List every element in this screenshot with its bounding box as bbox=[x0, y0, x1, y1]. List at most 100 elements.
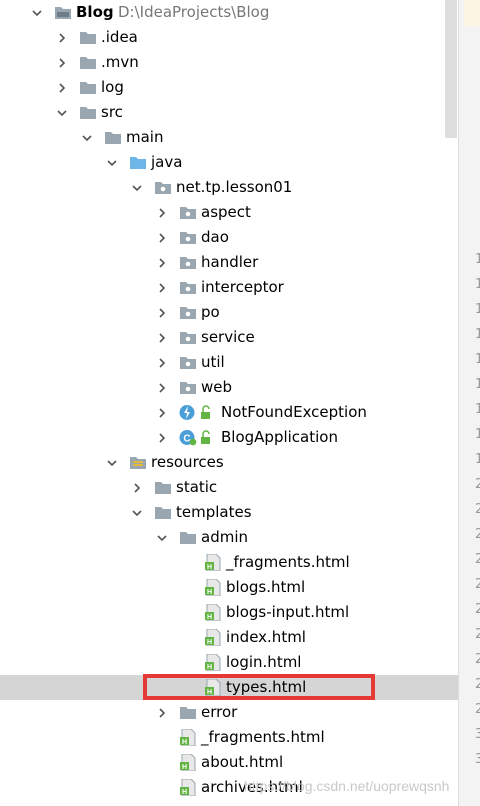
chevron-right-icon[interactable] bbox=[55, 50, 69, 75]
gutter-line-number: 1 bbox=[475, 252, 480, 267]
tree-row-label: .idea bbox=[101, 28, 138, 46]
watermark: https://blog.csdn.net/uoprewqsnh bbox=[244, 778, 450, 794]
chevron-right-icon[interactable] bbox=[155, 425, 169, 450]
tree-row[interactable]: admin bbox=[0, 525, 458, 550]
chevron-right-icon[interactable] bbox=[55, 25, 69, 50]
tree-row[interactable]: H _fragments.html bbox=[0, 550, 458, 575]
chevron-right-icon[interactable] bbox=[155, 225, 169, 250]
tree-row-label: resources bbox=[151, 453, 224, 471]
tree-row[interactable]: service bbox=[0, 325, 458, 350]
gutter-line-number: 2 bbox=[475, 702, 480, 717]
tree-row[interactable]: resources bbox=[0, 450, 458, 475]
tree-row[interactable]: Hlogin.html bbox=[0, 650, 458, 675]
chevron-right-icon[interactable] bbox=[155, 200, 169, 225]
package-icon bbox=[179, 204, 197, 221]
tree-row[interactable]: interceptor bbox=[0, 275, 458, 300]
chevron-right-icon[interactable] bbox=[155, 300, 169, 325]
chevron-right-icon[interactable] bbox=[130, 475, 144, 500]
tree-row[interactable]: H _fragments.html bbox=[0, 725, 458, 750]
gutter-line-number: 1 bbox=[475, 327, 480, 342]
tree-row-label: NotFoundException bbox=[221, 403, 367, 421]
chevron-right-icon[interactable] bbox=[155, 250, 169, 275]
tree-row[interactable]: util bbox=[0, 350, 458, 375]
chevron-right-icon[interactable] bbox=[155, 350, 169, 375]
chevron-right-icon[interactable] bbox=[155, 325, 169, 350]
project-folder-icon bbox=[54, 4, 72, 21]
chevron-down-icon[interactable] bbox=[130, 500, 144, 525]
svg-text:H: H bbox=[207, 639, 212, 646]
html-file-icon: H bbox=[204, 578, 222, 597]
chevron-right-icon[interactable] bbox=[55, 75, 69, 100]
tree-row[interactable]: web bbox=[0, 375, 458, 400]
tree-row[interactable]: static bbox=[0, 475, 458, 500]
chevron-down-icon[interactable] bbox=[130, 175, 144, 200]
svg-text:C: C bbox=[183, 434, 190, 445]
chevron-right-icon[interactable] bbox=[155, 400, 169, 425]
tree-row-label: blogs-input.html bbox=[226, 603, 350, 621]
exception-class-icon bbox=[179, 404, 197, 421]
tree-row-label: about.html bbox=[201, 753, 284, 771]
package-icon bbox=[154, 179, 172, 196]
folder-icon bbox=[79, 29, 97, 46]
tree-row-label: java bbox=[151, 153, 183, 171]
tree-row[interactable]: aspect bbox=[0, 200, 458, 225]
tree-row[interactable]: Blog D:\IdeaProjects\Blog bbox=[0, 0, 458, 25]
tree-row[interactable]: main bbox=[0, 125, 458, 150]
tree-row-label: handler bbox=[201, 253, 259, 271]
tree-row[interactable]: dao bbox=[0, 225, 458, 250]
chevron-down-icon[interactable] bbox=[105, 450, 119, 475]
gutter-line-number: 2 bbox=[475, 527, 480, 542]
tree-row-label: index.html bbox=[226, 628, 306, 646]
chevron-right-icon[interactable] bbox=[155, 700, 169, 725]
chevron-down-icon[interactable] bbox=[105, 150, 119, 175]
svg-text:H: H bbox=[182, 764, 187, 771]
chevron-down-icon[interactable] bbox=[80, 125, 94, 150]
gutter-line-number: 2 bbox=[475, 627, 480, 642]
tree-row[interactable]: Hindex.html bbox=[0, 625, 458, 650]
tree-row-label: login.html bbox=[226, 653, 302, 671]
tree-row-label: BlogApplication bbox=[221, 428, 338, 446]
tree-row[interactable]: handler bbox=[0, 250, 458, 275]
source-folder-icon bbox=[129, 154, 147, 171]
chevron-right-icon[interactable] bbox=[155, 375, 169, 400]
tree-scrollbar[interactable] bbox=[445, 0, 457, 138]
tree-row[interactable]: net.tp.lesson01 bbox=[0, 175, 458, 200]
svg-text:H: H bbox=[207, 589, 212, 596]
tree-row-label: static bbox=[176, 478, 218, 496]
tree-row[interactable]: .mvn bbox=[0, 50, 458, 75]
tree-row[interactable]: java bbox=[0, 150, 458, 175]
chevron-down-icon[interactable] bbox=[55, 100, 69, 125]
package-icon bbox=[179, 329, 197, 346]
tree-row[interactable]: Hblogs.html bbox=[0, 575, 458, 600]
gutter-line-number: 3 bbox=[475, 727, 480, 742]
tree-row-label: service bbox=[201, 328, 255, 346]
folder-icon bbox=[79, 104, 97, 121]
package-icon bbox=[179, 354, 197, 371]
tree-row[interactable]: Hblogs-input.html bbox=[0, 600, 458, 625]
chevron-right-icon[interactable] bbox=[155, 275, 169, 300]
tree-row[interactable]: NotFoundException bbox=[0, 400, 458, 425]
tree-row-label: templates bbox=[176, 503, 252, 521]
tree-row[interactable]: po bbox=[0, 300, 458, 325]
tree-row[interactable]: log bbox=[0, 75, 458, 100]
svg-text:H: H bbox=[207, 614, 212, 621]
tree-row[interactable]: C BlogApplication bbox=[0, 425, 458, 450]
tree-row[interactable]: .idea bbox=[0, 25, 458, 50]
folder-icon bbox=[154, 479, 172, 496]
folder-icon bbox=[104, 129, 122, 146]
tree-row[interactable]: src bbox=[0, 100, 458, 125]
chevron-down-icon[interactable] bbox=[155, 525, 169, 550]
chevron-down-icon[interactable] bbox=[30, 0, 44, 25]
package-icon bbox=[179, 304, 197, 321]
tree-row-label: _fragments.html bbox=[201, 728, 325, 746]
gutter-line-number: 2 bbox=[475, 502, 480, 517]
tree-row[interactable]: templates bbox=[0, 500, 458, 525]
tree-row[interactable]: error bbox=[0, 700, 458, 725]
tree-row[interactable]: Habout.html bbox=[0, 750, 458, 775]
package-icon bbox=[179, 379, 197, 396]
svg-text:H: H bbox=[182, 739, 187, 746]
folder-icon bbox=[179, 529, 197, 546]
annotation-highlight-box bbox=[143, 674, 375, 700]
tree-row-label: blogs.html bbox=[226, 578, 306, 596]
tree-row-label: .mvn bbox=[101, 53, 139, 71]
